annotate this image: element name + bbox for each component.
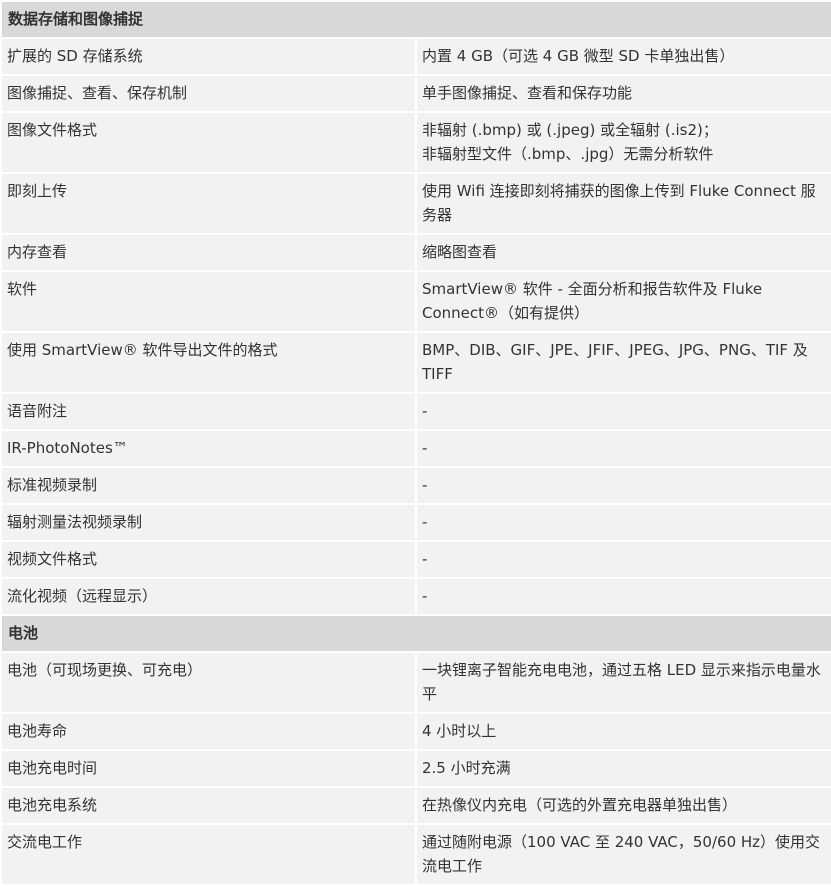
spec-value: 非辐射 (.bmp) 或 (.jpeg) 或全辐射 (.is2)； 非辐射型文件（… [414,111,831,174]
spec-value-line: 通过随附电源（100 VAC 至 240 VAC，50/60 Hz）使用交流电工… [422,833,821,875]
spec-label: IR-PhotoNotes™ [0,429,417,468]
spec-label: 使用 SmartView® 软件导出文件的格式 [0,331,417,394]
spec-value-line: BMP、DIB、GIF、JPE、JFIF、JPEG、JPG、PNG、TIF 及 … [422,341,808,383]
table-row: 交流电工作 通过随附电源（100 VAC 至 240 VAC，50/60 Hz）使… [0,823,831,886]
spec-value: 单手图像捕捉、查看和保存功能 [414,74,831,113]
spec-value: - [414,466,831,505]
spec-value: BMP、DIB、GIF、JPE、JFIF、JPEG、JPG、PNG、TIF 及 … [414,331,831,394]
table-row: 图像文件格式 非辐射 (.bmp) 或 (.jpeg) 或全辐射 (.is2)；非… [0,111,831,174]
spec-value: 通过随附电源（100 VAC 至 240 VAC，50/60 Hz）使用交流电工… [414,823,831,886]
spec-label: 语音附注 [0,392,417,431]
spec-value: 缩略图查看 [414,233,831,272]
spec-value: - [414,577,831,616]
table-row: 电池寿命 4 小时以上 [0,712,831,751]
spec-value-line: 非辐射 (.bmp) 或 (.jpeg) 或全辐射 (.is2)； [422,121,718,139]
spec-value-line: - [422,439,428,457]
spec-label: 图像文件格式 [0,111,417,174]
section-title: 数据存储和图像捕捉 [0,0,831,39]
spec-table-body: 数据存储和图像捕捉 扩展的 SD 存储系统 内置 4 GB（可选 4 GB 微型 S… [0,0,831,886]
spec-value: SmartView® 软件 - 全面分析和报告软件及 Fluke Connect… [414,270,831,333]
spec-label: 交流电工作 [0,823,417,886]
spec-label: 软件 [0,270,417,333]
table-row: IR-PhotoNotes™ - [0,429,831,468]
table-row: 语音附注 - [0,392,831,431]
table-row: 辐射测量法视频录制 - [0,503,831,542]
table-row: 标准视频录制 - [0,466,831,505]
spec-label: 标准视频录制 [0,466,417,505]
spec-value: - [414,429,831,468]
spec-value-line: - [422,550,428,568]
spec-value: 2.5 小时充满 [414,749,831,788]
spec-value-line: 单手图像捕捉、查看和保存功能 [422,84,633,102]
spec-label: 电池（可现场更换、可充电） [0,651,417,714]
spec-value: - [414,503,831,542]
spec-label: 流化视频（远程显示） [0,577,417,616]
spec-value: 4 小时以上 [414,712,831,751]
spec-value-line: 非辐射型文件（.bmp、.jpg）无需分析软件 [422,145,714,163]
table-row: 内存查看 缩略图查看 [0,233,831,272]
spec-value-line: SmartView® 软件 - 全面分析和报告软件及 Fluke Connect… [422,280,763,322]
table-row: 使用 SmartView® 软件导出文件的格式 BMP、DIB、GIF、JPE、J… [0,331,831,394]
spec-label: 扩展的 SD 存储系统 [0,37,417,76]
table-row: 电池充电时间 2.5 小时充满 [0,749,831,788]
spec-value-line: 4 小时以上 [422,722,497,740]
spec-value-line: - [422,476,428,494]
spec-value-line: 内置 4 GB（可选 4 GB 微型 SD 卡单独出售） [422,47,735,65]
spec-value-line: - [422,513,428,531]
table-row: 扩展的 SD 存储系统 内置 4 GB（可选 4 GB 微型 SD 卡单独出售） [0,37,831,76]
spec-value: - [414,392,831,431]
spec-label: 电池充电系统 [0,786,417,825]
spec-value-line: 使用 Wifi 连接即刻将捕获的图像上传到 Fluke Connect 服务器 [422,182,816,224]
spec-label: 图像捕捉、查看、保存机制 [0,74,417,113]
table-row: 电池（可现场更换、可充电） 一块锂离子智能充电电池，通过五格 LED 显示来指示电… [0,651,831,714]
table-row: 流化视频（远程显示） - [0,577,831,616]
table-row: 图像捕捉、查看、保存机制 单手图像捕捉、查看和保存功能 [0,74,831,113]
spec-value-line: 2.5 小时充满 [422,759,511,777]
spec-label: 视频文件格式 [0,540,417,579]
spec-value-line: 一块锂离子智能充电电池，通过五格 LED 显示来指示电量水平 [422,661,821,703]
spec-value-line: 缩略图查看 [422,243,498,261]
spec-label: 辐射测量法视频录制 [0,503,417,542]
section-header: 数据存储和图像捕捉 [0,0,831,39]
spec-value: 一块锂离子智能充电电池，通过五格 LED 显示来指示电量水平 [414,651,831,714]
spec-label: 内存查看 [0,233,417,272]
table-row: 电池充电系统 在热像仪内充电（可选的外置充电器单独出售） [0,786,831,825]
table-row: 即刻上传 使用 Wifi 连接即刻将捕获的图像上传到 Fluke Connect … [0,172,831,235]
spec-label: 电池充电时间 [0,749,417,788]
section-title: 电池 [0,614,831,653]
spec-value: 使用 Wifi 连接即刻将捕获的图像上传到 Fluke Connect 服务器 [414,172,831,235]
spec-label: 即刻上传 [0,172,417,235]
spec-value: 内置 4 GB（可选 4 GB 微型 SD 卡单独出售） [414,37,831,76]
spec-value-line: 在热像仪内充电（可选的外置充电器单独出售） [422,796,738,814]
table-row: 软件 SmartView® 软件 - 全面分析和报告软件及 Fluke Conne… [0,270,831,333]
spec-value: 在热像仪内充电（可选的外置充电器单独出售） [414,786,831,825]
spec-label: 电池寿命 [0,712,417,751]
table-row: 视频文件格式 - [0,540,831,579]
section-header: 电池 [0,614,831,653]
spec-table: 数据存储和图像捕捉 扩展的 SD 存储系统 内置 4 GB（可选 4 GB 微型 S… [0,0,831,886]
spec-value: - [414,540,831,579]
spec-value-line: - [422,587,428,605]
spec-value-line: - [422,402,428,420]
